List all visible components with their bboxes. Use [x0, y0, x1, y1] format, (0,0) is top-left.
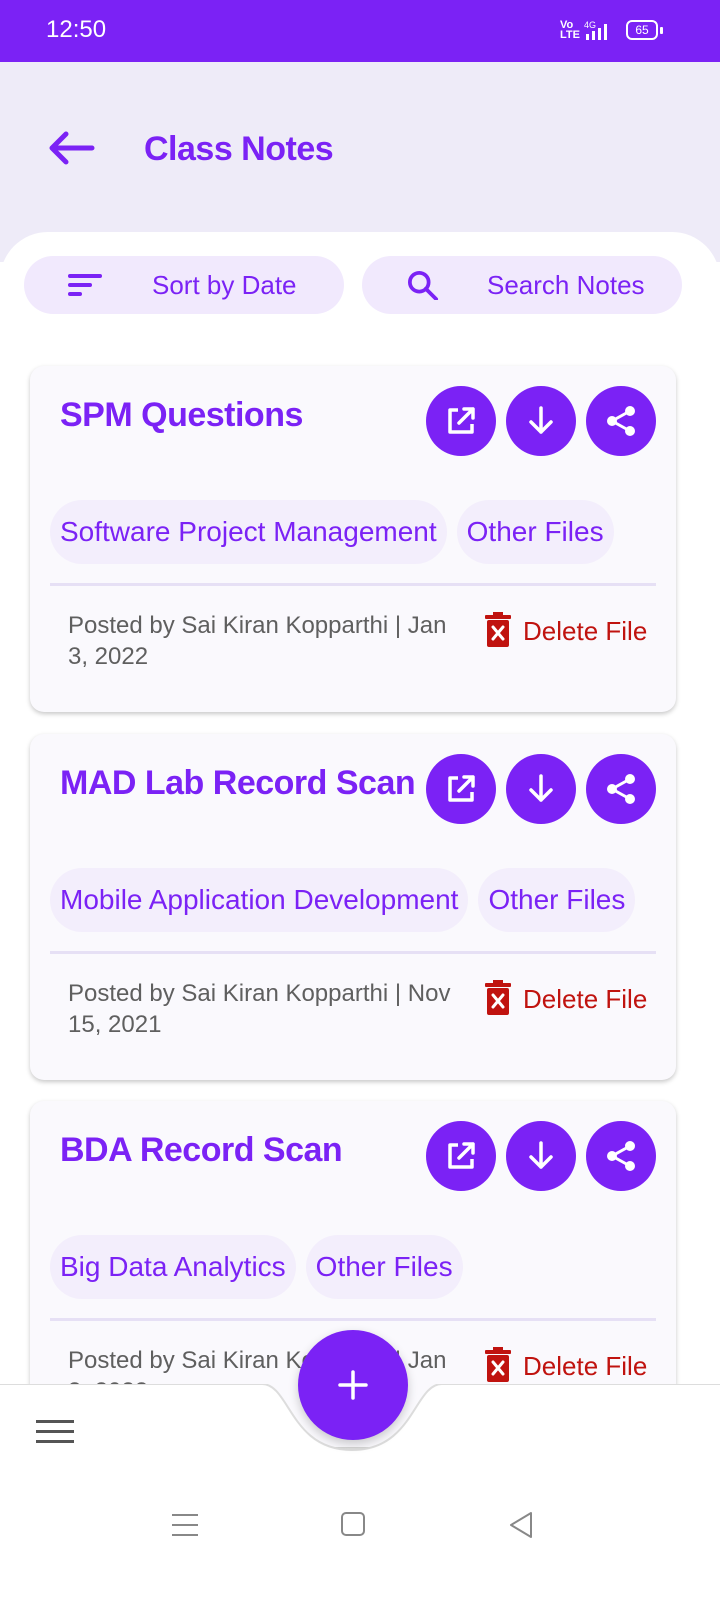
delete-label: Delete File	[523, 984, 648, 1014]
note-title: BDA Record Scan	[60, 1131, 343, 1169]
plus-icon	[338, 1370, 368, 1400]
download-icon	[529, 406, 553, 434]
search-notes-button[interactable]: Search Notes	[362, 256, 682, 314]
menu-icon[interactable]	[36, 1418, 74, 1446]
divider	[50, 583, 656, 586]
note-title: SPM Questions	[60, 396, 303, 434]
download-icon	[529, 1141, 553, 1169]
subject-chip[interactable]: Software Project Management	[50, 500, 447, 564]
add-note-fab[interactable]	[298, 1330, 408, 1440]
recent-apps-icon[interactable]	[168, 1510, 202, 1540]
share-button[interactable]	[586, 1121, 656, 1191]
delete-label: Delete File	[523, 1351, 648, 1381]
note-title: MAD Lab Record Scan	[60, 764, 416, 802]
search-icon	[408, 270, 438, 300]
sort-by-date-button[interactable]: Sort by Date	[24, 256, 344, 314]
share-icon	[607, 774, 635, 804]
back-nav-icon[interactable]	[504, 1510, 538, 1540]
note-tags: Software Project Management Other Files	[50, 500, 614, 564]
status-bar: 12:50 Vo LTE 4G 65	[0, 0, 720, 62]
category-chip[interactable]: Other Files	[456, 500, 614, 564]
search-label: Search Notes	[487, 270, 645, 300]
download-button[interactable]	[506, 1121, 576, 1191]
posted-by-text: Posted by Sai Kiran Kopparthi | Nov 15, …	[68, 980, 451, 1038]
trash-icon	[485, 612, 511, 647]
note-card[interactable]: MAD Lab Record Scan Mobile Application D…	[30, 734, 676, 1080]
note-tags: Mobile Application Development Other Fil…	[50, 868, 636, 932]
status-time: 12:50	[46, 16, 107, 43]
open-button[interactable]	[426, 386, 496, 456]
open-button[interactable]	[426, 1121, 496, 1191]
battery-icon: 65	[626, 20, 663, 40]
home-icon[interactable]	[336, 1510, 370, 1540]
share-icon	[607, 406, 635, 436]
download-icon	[529, 774, 553, 802]
category-chip[interactable]: Other Files	[478, 868, 636, 932]
open-button[interactable]	[426, 754, 496, 824]
svg-text:4G: 4G	[584, 20, 596, 30]
share-button[interactable]	[586, 386, 656, 456]
note-tags: Big Data Analytics Other Files	[50, 1235, 463, 1299]
download-button[interactable]	[506, 754, 576, 824]
divider	[50, 1318, 656, 1321]
volte-indicator: Vo LTE	[560, 19, 580, 41]
share-icon	[607, 1141, 635, 1171]
category-chip[interactable]: Other Files	[305, 1235, 463, 1299]
delete-label: Delete File	[523, 616, 648, 646]
download-button[interactable]	[506, 386, 576, 456]
open-external-icon	[448, 1142, 475, 1169]
subject-chip[interactable]: Mobile Application Development	[50, 868, 469, 932]
open-external-icon	[448, 407, 475, 434]
page-title: Class Notes	[144, 130, 334, 168]
signal-icon: 4G	[584, 20, 607, 40]
system-nav-bar	[0, 1484, 720, 1600]
open-external-icon	[448, 775, 475, 802]
sort-icon	[68, 274, 102, 296]
divider	[50, 951, 656, 954]
share-button[interactable]	[586, 754, 656, 824]
subject-chip[interactable]: Big Data Analytics	[50, 1235, 296, 1299]
back-arrow-icon[interactable]	[44, 128, 96, 168]
note-card[interactable]: SPM Questions Software Project Managemen…	[30, 366, 676, 712]
sort-label: Sort by Date	[152, 270, 297, 300]
trash-icon	[485, 1347, 511, 1382]
trash-icon	[485, 980, 511, 1015]
posted-by-text: Posted by Sai Kiran Kopparthi | Jan 3, 2…	[68, 612, 447, 670]
